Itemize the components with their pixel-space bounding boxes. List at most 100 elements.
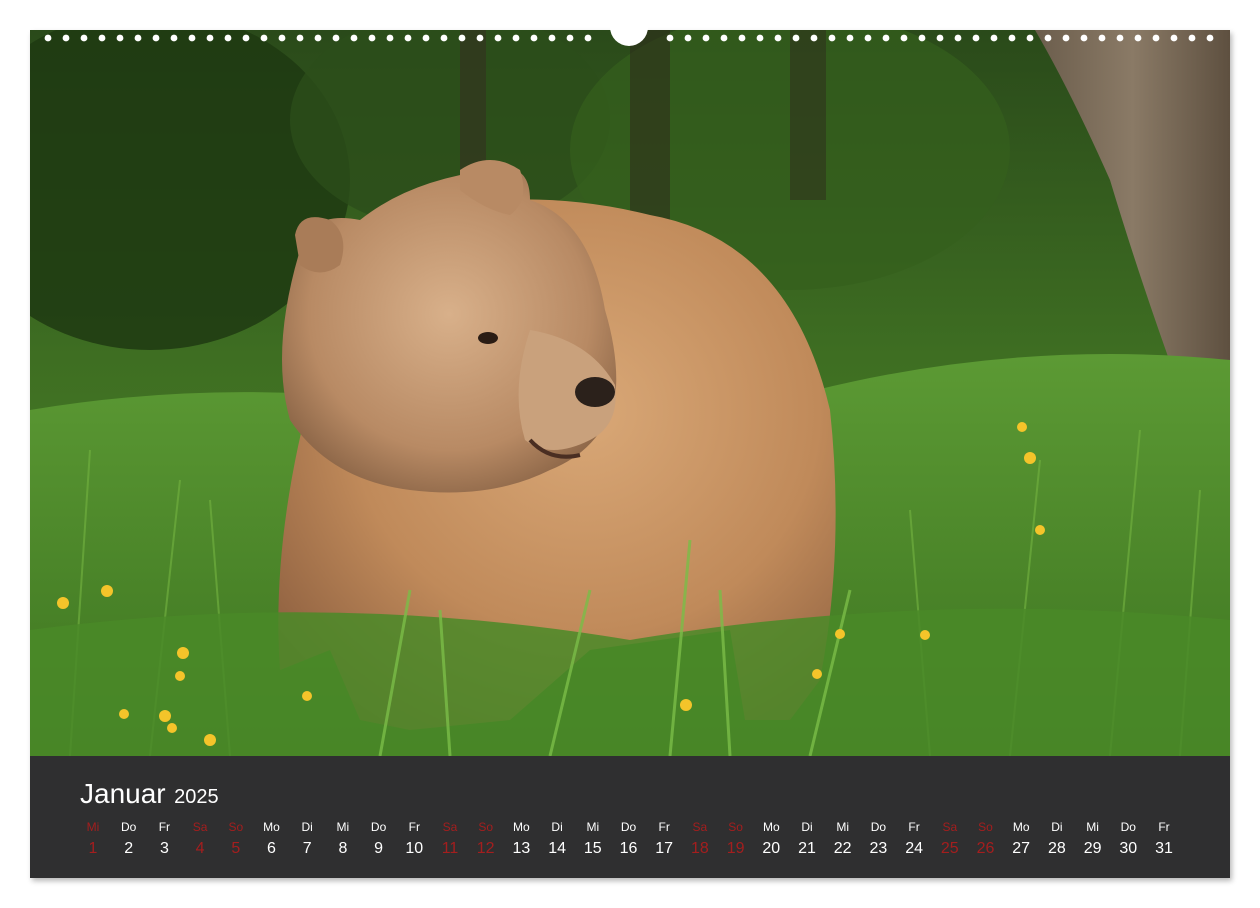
- weekday-label: Mo: [254, 818, 290, 836]
- day-cell: Mo6: [254, 818, 290, 862]
- month-name: Januar: [80, 778, 166, 809]
- day-number: 14: [539, 836, 575, 862]
- bear-photo: [30, 30, 1230, 756]
- weekday-label: Mi: [825, 818, 861, 836]
- day-cell: Mo27: [1003, 818, 1039, 862]
- day-cell: Mi1: [75, 818, 111, 862]
- day-cell: Di21: [789, 818, 825, 862]
- day-cell: Di7: [289, 818, 325, 862]
- day-number: 22: [825, 836, 861, 862]
- day-cell: Sa18: [682, 818, 718, 862]
- day-number: 24: [896, 836, 932, 862]
- day-cell: Fr17: [646, 818, 682, 862]
- weekday-label: Di: [1039, 818, 1075, 836]
- day-cell: So26: [968, 818, 1004, 862]
- day-number: 8: [325, 836, 361, 862]
- weekday-label: Mo: [753, 818, 789, 836]
- day-number: 2: [111, 836, 147, 862]
- weekday-label: So: [218, 818, 254, 836]
- month-title: Januar 2025: [80, 778, 219, 810]
- weekday-label: Sa: [432, 818, 468, 836]
- day-number: 23: [860, 836, 896, 862]
- day-number: 5: [218, 836, 254, 862]
- day-cell: Fr10: [396, 818, 432, 862]
- weekday-label: Di: [539, 818, 575, 836]
- weekday-label: Do: [111, 818, 147, 836]
- day-number: 18: [682, 836, 718, 862]
- day-cell: Mo13: [503, 818, 539, 862]
- day-cell: Mi8: [325, 818, 361, 862]
- weekday-label: Fr: [396, 818, 432, 836]
- day-number: 25: [932, 836, 968, 862]
- weekday-label: Do: [611, 818, 647, 836]
- day-cell: Sa25: [932, 818, 968, 862]
- day-number: 7: [289, 836, 325, 862]
- day-cell: Do2: [111, 818, 147, 862]
- day-number: 29: [1075, 836, 1111, 862]
- weekday-label: Fr: [896, 818, 932, 836]
- day-cell: Mi15: [575, 818, 611, 862]
- day-cell: Mo20: [753, 818, 789, 862]
- day-grid: Mi1Do2Fr3Sa4So5Mo6Di7Mi8Do9Fr10Sa11So12M…: [75, 818, 1195, 868]
- weekday-label: Mo: [503, 818, 539, 836]
- day-number: 3: [146, 836, 182, 862]
- day-cell: Fr24: [896, 818, 932, 862]
- weekday-label: Mi: [75, 818, 111, 836]
- day-number: 19: [718, 836, 754, 862]
- calendar-strip: Januar 2025 Mi1Do2Fr3Sa4So5Mo6Di7Mi8Do9F…: [30, 756, 1230, 878]
- day-number: 31: [1146, 836, 1182, 862]
- weekday-label: Sa: [932, 818, 968, 836]
- weekday-label: Mi: [1075, 818, 1111, 836]
- brown-bear-photo-icon: [30, 30, 1230, 756]
- weekday-label: Fr: [1146, 818, 1182, 836]
- day-cell: Fr3: [146, 818, 182, 862]
- weekday-label: Fr: [646, 818, 682, 836]
- day-number: 13: [503, 836, 539, 862]
- day-number: 6: [254, 836, 290, 862]
- day-cell: Do9: [361, 818, 397, 862]
- day-number: 28: [1039, 836, 1075, 862]
- weekday-label: Fr: [146, 818, 182, 836]
- day-number: 30: [1110, 836, 1146, 862]
- weekday-label: Mi: [325, 818, 361, 836]
- day-number: 4: [182, 836, 218, 862]
- day-number: 11: [432, 836, 468, 862]
- day-cell: So12: [468, 818, 504, 862]
- day-cell: So19: [718, 818, 754, 862]
- weekday-label: So: [468, 818, 504, 836]
- day-number: 9: [361, 836, 397, 862]
- day-number: 10: [396, 836, 432, 862]
- day-cell: Mi29: [1075, 818, 1111, 862]
- day-number: 21: [789, 836, 825, 862]
- weekday-label: Do: [1110, 818, 1146, 836]
- day-cell: Sa4: [182, 818, 218, 862]
- day-number: 16: [611, 836, 647, 862]
- weekday-label: Sa: [682, 818, 718, 836]
- day-cell: Di28: [1039, 818, 1075, 862]
- weekday-label: Do: [361, 818, 397, 836]
- day-cell: Sa11: [432, 818, 468, 862]
- day-number: 20: [753, 836, 789, 862]
- weekday-label: Mo: [1003, 818, 1039, 836]
- day-cell: So5: [218, 818, 254, 862]
- day-number: 26: [968, 836, 1004, 862]
- day-number: 12: [468, 836, 504, 862]
- month-year: 2025: [174, 786, 219, 808]
- day-cell: Mi22: [825, 818, 861, 862]
- day-cell: Do16: [611, 818, 647, 862]
- day-number: 1: [75, 836, 111, 862]
- weekday-label: So: [968, 818, 1004, 836]
- day-cell: Do30: [1110, 818, 1146, 862]
- weekday-label: Mi: [575, 818, 611, 836]
- day-number: 15: [575, 836, 611, 862]
- weekday-label: Di: [289, 818, 325, 836]
- day-cell: Do23: [860, 818, 896, 862]
- weekday-label: So: [718, 818, 754, 836]
- day-cell: Fr31: [1146, 818, 1182, 862]
- weekday-label: Sa: [182, 818, 218, 836]
- day-cell: Di14: [539, 818, 575, 862]
- day-number: 27: [1003, 836, 1039, 862]
- calendar-page: Januar 2025 Mi1Do2Fr3Sa4So5Mo6Di7Mi8Do9F…: [30, 30, 1230, 878]
- weekday-label: Di: [789, 818, 825, 836]
- day-number: 17: [646, 836, 682, 862]
